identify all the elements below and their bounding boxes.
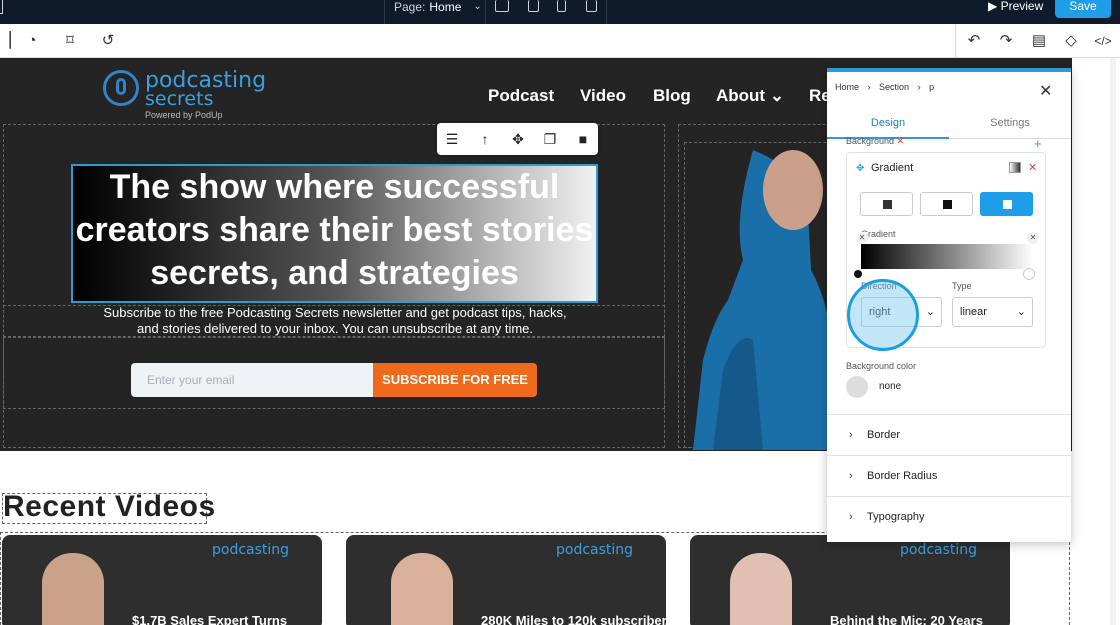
delete-icon[interactable]: ■ <box>574 130 592 148</box>
logo-text-secondary[interactable]: secrets <box>145 88 213 110</box>
settings-sliders-icon[interactable]: ☰ <box>443 130 461 148</box>
page-prefix: Page: <box>394 0 426 14</box>
stop-remove-icon[interactable]: ✕ <box>856 232 868 244</box>
accordion-border[interactable]: › Border <box>827 414 1071 455</box>
accordion-typography[interactable]: › Typography <box>827 496 1071 537</box>
image-icon <box>883 200 892 209</box>
accordion-border-radius[interactable]: › Border Radius <box>827 455 1071 496</box>
video-thumbnail-face <box>391 553 453 625</box>
breadcrumb: Home › Section › p <box>835 82 935 92</box>
gradient-swatch-icon[interactable] <box>1009 162 1021 173</box>
nav-about[interactable]: About ⌄ <box>716 86 784 106</box>
chevron-right-icon: › <box>849 470 853 482</box>
gradient-bar[interactable] <box>861 244 1033 269</box>
breadcrumb-home[interactable]: Home <box>835 82 859 92</box>
hero-title[interactable]: The show where successful creators share… <box>71 166 598 295</box>
video-brand: podcasting <box>900 542 978 558</box>
video-brand: podcasting <box>556 542 634 558</box>
background-color-label: Background color <box>846 361 917 371</box>
video-title: Behind the Mic: 20 Years <box>830 613 983 625</box>
editor-toolbar: ▕ ◔ ⌑ ↺ ↶ ↷ ▤ ◇ </> <box>0 24 1120 58</box>
page-export-icon[interactable]: ▤ <box>1030 32 1048 50</box>
host-photo[interactable] <box>693 150 833 450</box>
sidebar-toggle-icon[interactable] <box>0 0 3 14</box>
page-name: Home <box>429 0 462 14</box>
subscribe-button[interactable]: SUBSCRIBE FOR FREE <box>373 363 537 397</box>
bookmark-icon[interactable]: ⌑ <box>61 32 79 50</box>
palette-icon[interactable]: ◔ <box>23 32 41 50</box>
undo-icon[interactable]: ↶ <box>965 32 983 50</box>
video-thumbnail-face <box>42 553 104 625</box>
video-title: $1.7B Sales Expert Turns <box>132 613 288 625</box>
square-icon <box>943 200 952 209</box>
close-icon[interactable]: ✕ <box>1039 81 1052 101</box>
style-panel: Home › Section › p ✕ Design Settings Bac… <box>827 68 1071 542</box>
tab-design[interactable]: Design <box>827 109 949 139</box>
video-card[interactable]: podcasting $1.7B Sales Expert Turns <box>2 535 322 625</box>
gradient-type-button[interactable] <box>980 192 1033 216</box>
gradient-icon <box>1003 200 1012 209</box>
nav-podcast[interactable]: Podcast <box>488 86 554 106</box>
canvas-scrollbar[interactable] <box>1110 58 1116 625</box>
save-button[interactable]: Save <box>1055 0 1111 18</box>
chevron-down-icon: ⌄ <box>1016 306 1026 318</box>
hero-subtitle[interactable]: Subscribe to the free Podcasting Secrets… <box>95 305 575 337</box>
stop-remove-icon[interactable]: ✕ <box>1027 232 1039 244</box>
tablet-view-icon[interactable] <box>528 0 539 12</box>
element-toolbar: ☰ ↑ ✥ ❐ ■ <box>437 123 598 155</box>
solid-type-button[interactable] <box>920 192 973 216</box>
microphone-icon <box>116 78 126 95</box>
mobile-small-view-icon[interactable] <box>586 0 597 12</box>
type-label: Type <box>952 281 972 291</box>
divider <box>606 0 607 24</box>
redo-icon[interactable]: ↷ <box>997 32 1015 50</box>
color-swatch[interactable] <box>846 376 868 398</box>
code-icon[interactable]: </> <box>1094 32 1112 50</box>
chevron-down-icon: ⌄ <box>473 1 482 12</box>
nav-video[interactable]: Video <box>580 86 626 106</box>
gradient-stop-end[interactable] <box>1023 268 1035 280</box>
divider <box>955 24 956 58</box>
page-selector[interactable]: Page: Home ⌄ <box>394 0 482 14</box>
divider <box>384 0 385 24</box>
background-color-value: none <box>879 381 902 392</box>
remove-icon[interactable]: ✕ <box>1028 161 1037 174</box>
preview-button[interactable]: ▶ Preview <box>988 0 1043 12</box>
video-card[interactable]: podcasting 280K Miles to 120k subscriber… <box>346 535 666 625</box>
powered-by: Powered by PodUp <box>145 110 223 120</box>
gradient-title: Gradient <box>871 162 914 174</box>
arrow-up-icon[interactable]: ↑ <box>476 130 494 148</box>
copy-icon[interactable]: ❐ <box>541 130 559 148</box>
video-card[interactable]: podcasting Behind the Mic: 20 Years <box>690 535 1010 625</box>
chevron-down-icon: ⌄ <box>925 306 935 318</box>
breadcrumb-p[interactable]: p <box>929 82 934 92</box>
video-title: 280K Miles to 120k subscribers: <box>481 613 666 625</box>
nav-blog[interactable]: Blog <box>653 86 691 106</box>
divider <box>485 0 486 24</box>
recent-videos-heading[interactable]: Recent Videos <box>3 490 216 524</box>
video-thumbnail-face <box>730 553 792 625</box>
email-input[interactable]: Enter your email <box>131 363 374 397</box>
background-label: Background ✕ <box>846 136 905 146</box>
drag-handle-icon[interactable]: ✥ <box>856 163 864 174</box>
tab-settings[interactable]: Settings <box>949 109 1071 139</box>
breadcrumb-section[interactable]: Section <box>879 82 909 92</box>
gradient-stop-start[interactable] <box>854 270 862 278</box>
type-select[interactable]: linear ⌄ <box>952 297 1033 327</box>
add-icon[interactable]: + <box>1034 136 1042 151</box>
video-brand: podcasting <box>212 542 290 558</box>
menu-icon[interactable]: ▕ <box>0 32 14 50</box>
history-icon[interactable]: ↺ <box>99 32 117 50</box>
eraser-icon[interactable]: ◇ <box>1062 32 1080 50</box>
chevron-right-icon: › <box>849 511 853 523</box>
click-indicator <box>847 279 919 351</box>
mobile-view-icon[interactable] <box>557 0 566 12</box>
desktop-view-icon[interactable] <box>495 0 509 12</box>
chevron-right-icon: › <box>849 429 853 441</box>
move-icon[interactable]: ✥ <box>509 130 527 148</box>
image-type-button[interactable] <box>860 192 913 216</box>
